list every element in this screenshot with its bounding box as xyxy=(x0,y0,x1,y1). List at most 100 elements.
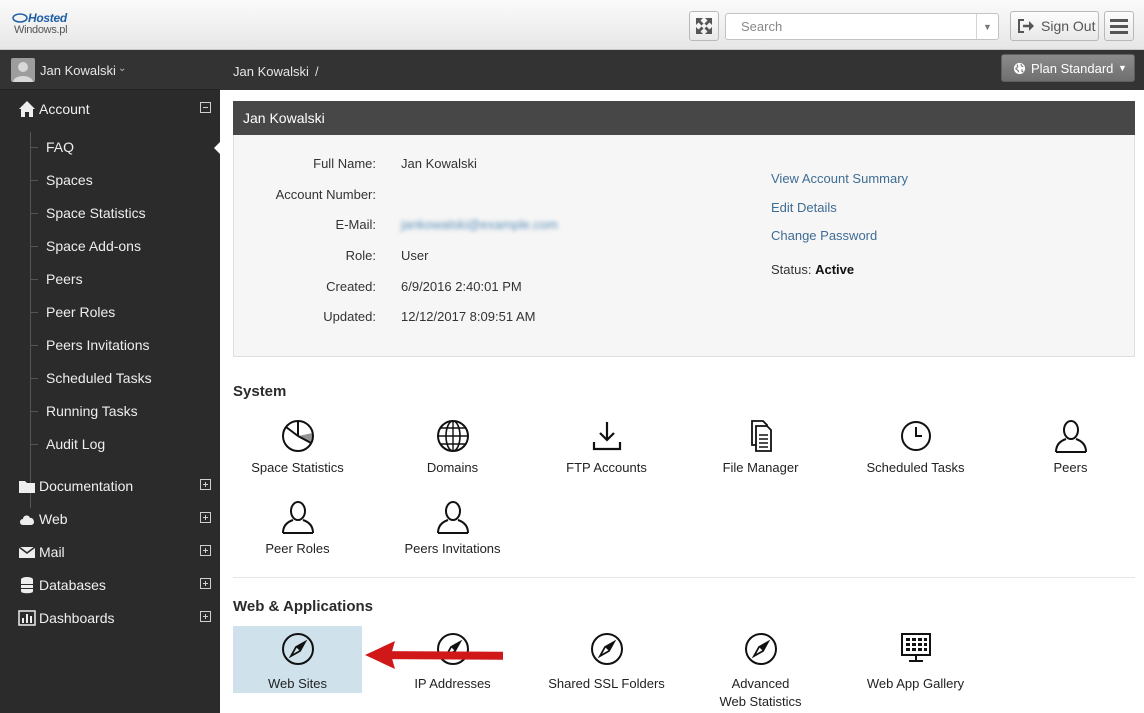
tile-peers-invitations[interactable]: Peers Invitations xyxy=(388,499,517,565)
expand-icon[interactable] xyxy=(200,512,211,523)
tile-ftp-accounts[interactable]: FTP Accounts xyxy=(542,418,671,484)
sidebar-subitem-label: Scheduled Tasks xyxy=(46,370,152,386)
sidebar-subitem-running-tasks[interactable]: Running Tasks xyxy=(30,398,220,426)
expand-icon[interactable] xyxy=(200,578,211,589)
hostedwindows-logo[interactable]: Hosted Windows.pl xyxy=(12,11,82,39)
bar-chart-icon xyxy=(18,610,36,626)
sidebar-subitem-space-add-ons[interactable]: Space Add-ons xyxy=(30,233,220,261)
sidebar-subitem-label: Space Statistics xyxy=(46,205,146,221)
breadcrumb-item[interactable]: Jan Kowalski xyxy=(233,64,309,79)
plan-label: Plan Standard xyxy=(1031,61,1114,76)
breadcrumb: Jan Kowalski / Plan Standard ▼ xyxy=(220,50,1144,90)
sidebar-item-dashboards[interactable]: Dashboards xyxy=(0,604,220,632)
user-name: Jan Kowalski xyxy=(40,63,116,78)
sidebar-item-label: Dashboards xyxy=(39,610,115,626)
search-dropdown-toggle[interactable]: ▼ xyxy=(976,14,998,39)
web-apps-section-title: Web & Applications xyxy=(233,598,374,615)
field-label-account-number: Account Number: xyxy=(275,187,376,202)
hamburger-icon xyxy=(1110,19,1128,34)
download-icon xyxy=(592,422,622,451)
top-bar: Hosted Windows.pl ▼ Sign Out xyxy=(0,0,1144,50)
expand-icon[interactable] xyxy=(200,545,211,556)
compass-icon xyxy=(282,633,314,665)
tile-label: Peer Roles xyxy=(265,541,330,556)
logo-icon xyxy=(12,13,28,23)
logo-text-hosted: Hosted xyxy=(28,11,67,25)
sign-out-icon xyxy=(1018,19,1034,33)
sidebar-subitem-label: Running Tasks xyxy=(46,403,138,419)
caret-down-icon: ▼ xyxy=(1118,63,1127,73)
sidebar-subitem-peers-invitations[interactable]: Peers Invitations xyxy=(30,332,220,360)
main-menu-button[interactable] xyxy=(1104,11,1134,41)
tile-domains[interactable]: Domains xyxy=(388,418,517,484)
sidebar-item-label: Documentation xyxy=(39,478,134,494)
sidebar-subitem-peer-roles[interactable]: Peer Roles xyxy=(30,299,220,327)
tile-peer-roles[interactable]: Peer Roles xyxy=(233,499,362,565)
sidebar-subitem-label: Spaces xyxy=(46,172,93,188)
sidebar-subitem-scheduled-tasks[interactable]: Scheduled Tasks xyxy=(30,365,220,393)
sidebar-subitem-spaces[interactable]: Spaces xyxy=(30,167,220,195)
field-label-created: Created: xyxy=(326,279,376,294)
search-input[interactable] xyxy=(726,14,976,39)
clock-icon xyxy=(901,421,931,451)
field-value-created: 6/9/2016 2:40:01 PM xyxy=(401,279,522,294)
search-box: ▼ xyxy=(725,13,999,40)
tree-dash xyxy=(30,411,38,412)
tile-file-manager[interactable]: File Manager xyxy=(696,418,825,484)
sidebar-item-label: Web xyxy=(39,511,68,527)
collapse-icon[interactable] xyxy=(200,102,211,113)
tile-label: Space Statistics xyxy=(251,460,344,475)
sidebar-subitem-label: FAQ xyxy=(46,139,75,155)
sidebar-subitem-label: Peers xyxy=(46,271,83,287)
sidebar-subitem-label: Space Add-ons xyxy=(46,238,141,254)
field-label-email: E-Mail: xyxy=(335,217,376,232)
compass-icon xyxy=(591,633,623,665)
envelope-icon xyxy=(18,546,36,558)
sidebar-item-documentation[interactable]: Documentation xyxy=(0,472,220,500)
compass-icon xyxy=(745,633,777,665)
sidebar-item-account[interactable]: Account xyxy=(0,95,220,123)
tile-label: File Manager xyxy=(722,460,799,475)
tile-peers[interactable]: Peers xyxy=(1006,418,1135,484)
caret-down-icon: ▼ xyxy=(983,21,992,32)
sidebar-item-label: Mail xyxy=(39,544,65,560)
field-label-updated: Updated: xyxy=(323,309,376,324)
tile-shared-ssl-folders[interactable]: Shared SSL Folders xyxy=(542,631,671,697)
status-badge: Active xyxy=(815,262,855,277)
chevron-down-icon: ⌄ xyxy=(118,63,127,74)
field-value-email: jankowalski@example.com xyxy=(401,217,558,232)
sign-out-label: Sign Out xyxy=(1041,18,1096,34)
breadcrumb-separator: / xyxy=(315,64,319,79)
sidebar-item-label: Databases xyxy=(39,577,106,593)
tree-dash xyxy=(30,246,38,247)
plan-selector-button[interactable]: Plan Standard ▼ xyxy=(1001,54,1135,82)
tile-web-sites[interactable]: Web Sites xyxy=(233,626,362,693)
view-account-summary-link[interactable]: View Account Summary xyxy=(771,171,908,186)
sidebar-item-web[interactable]: Web xyxy=(0,505,220,533)
sidebar-subitem-audit-log[interactable]: Audit Log xyxy=(30,431,220,459)
expand-icon[interactable] xyxy=(200,479,211,490)
edit-details-link[interactable]: Edit Details xyxy=(771,200,837,215)
tile-space-statistics[interactable]: Space Statistics xyxy=(233,418,362,484)
sidebar-subitem-peers[interactable]: Peers xyxy=(30,266,220,294)
sidebar-item-mail[interactable]: Mail xyxy=(0,538,220,566)
tree-dash xyxy=(30,444,38,445)
sidebar-subitem-faq[interactable]: FAQ xyxy=(30,134,220,162)
expand-icon[interactable] xyxy=(200,611,211,622)
account-panel-body: Full Name: Jan Kowalski Account Number: … xyxy=(233,135,1135,357)
user-silhouette-icon xyxy=(13,62,33,82)
pie-chart-icon xyxy=(282,420,314,452)
sign-out-button[interactable]: Sign Out xyxy=(1010,11,1099,41)
logo-text-windows: Windows.pl xyxy=(14,24,68,36)
sidebar-subitem-space-statistics[interactable]: Space Statistics xyxy=(30,200,220,228)
cloud-icon xyxy=(20,515,34,525)
user-menu[interactable]: Jan Kowalski ⌄ xyxy=(0,50,220,90)
tile-scheduled-tasks[interactable]: Scheduled Tasks xyxy=(851,418,980,484)
tile-label: Web App Gallery xyxy=(866,676,965,691)
tile-web-app-gallery[interactable]: Web App Gallery xyxy=(851,631,980,697)
tile-advanced-web-statistics[interactable]: Advanced Web Statistics xyxy=(696,631,825,711)
change-password-link[interactable]: Change Password xyxy=(771,228,877,243)
sidebar-item-databases[interactable]: Databases xyxy=(0,571,220,599)
sidebar-item-label: Account xyxy=(39,101,90,117)
fullscreen-button[interactable] xyxy=(689,11,719,41)
